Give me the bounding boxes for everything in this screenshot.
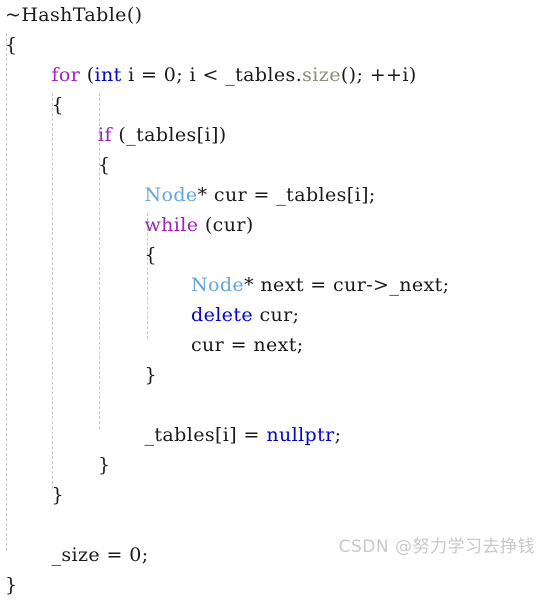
token-punct: { <box>144 244 157 266</box>
token-plain: cur; <box>253 304 300 326</box>
code-line-9[interactable]: { <box>0 240 547 270</box>
code-line-20[interactable]: } <box>0 570 547 600</box>
token-plain: cur = next; <box>191 334 304 356</box>
code-line-16[interactable]: } <box>0 450 547 480</box>
token-punct: } <box>144 364 157 386</box>
code-block[interactable]: ~HashTable() { for (int i = 0; i < _tables… <box>0 0 547 600</box>
token-keyword: while <box>144 214 199 236</box>
token-punct: } <box>51 484 64 506</box>
code-line-1[interactable]: ~HashTable() <box>0 0 547 30</box>
token-plain: _tables[i] = <box>144 424 267 446</box>
code-line-6[interactable]: { <box>0 150 547 180</box>
code-line-7[interactable]: Node* cur = _tables[i]; <box>0 180 547 210</box>
token-punct: ; <box>334 424 342 446</box>
token-punct: ( <box>80 64 95 86</box>
code-line-11[interactable]: delete cur; <box>0 300 547 330</box>
code-line-2[interactable]: { <box>0 30 547 60</box>
token-punct: } <box>98 454 111 476</box>
code-line-10[interactable]: Node* next = cur->_next; <box>0 270 547 300</box>
code-line-12[interactable]: cur = next; <box>0 330 547 360</box>
token-punct: } <box>5 574 18 596</box>
code-line-15[interactable]: _tables[i] = nullptr; <box>0 420 547 450</box>
token-plain: (_tables[i]) <box>111 124 227 146</box>
token-plain: ~HashTable() <box>5 4 143 26</box>
csdn-watermark: CSDN @努力学习去挣钱 <box>338 537 535 557</box>
code-line-13[interactable]: } <box>0 360 547 390</box>
token-class_name: Node <box>191 274 245 296</box>
token-plain: * next = cur->_next; <box>244 274 450 296</box>
token-type: int <box>94 64 122 86</box>
token-punct: { <box>98 154 111 176</box>
code-line-5[interactable]: if (_tables[i]) <box>0 120 547 150</box>
token-punct: { <box>51 94 64 116</box>
token-type: delete <box>191 304 254 326</box>
code-line-4[interactable]: { <box>0 90 547 120</box>
token-punct: (); ++i) <box>340 64 417 86</box>
token-keyword: for <box>51 64 81 86</box>
token-function: size <box>302 64 341 86</box>
code-line-8[interactable]: while (cur) <box>0 210 547 240</box>
token-plain: * cur = _tables[i]; <box>197 184 376 206</box>
token-plain: i = 0; i < _tables. <box>121 64 303 86</box>
code-line-14[interactable] <box>0 390 547 420</box>
code-screenshot: ~HashTable() { for (int i = 0; i < _tables… <box>0 0 547 596</box>
token-plain: (cur) <box>198 214 254 236</box>
code-line-17[interactable]: } <box>0 480 547 510</box>
code-line-3[interactable]: for (int i = 0; i < _tables.size(); ++i) <box>0 60 547 90</box>
token-plain: _size = 0; <box>51 544 149 566</box>
token-punct: { <box>5 34 18 56</box>
token-class_name: Node <box>144 184 198 206</box>
token-type: nullptr <box>266 424 335 446</box>
token-keyword: if <box>98 124 112 146</box>
